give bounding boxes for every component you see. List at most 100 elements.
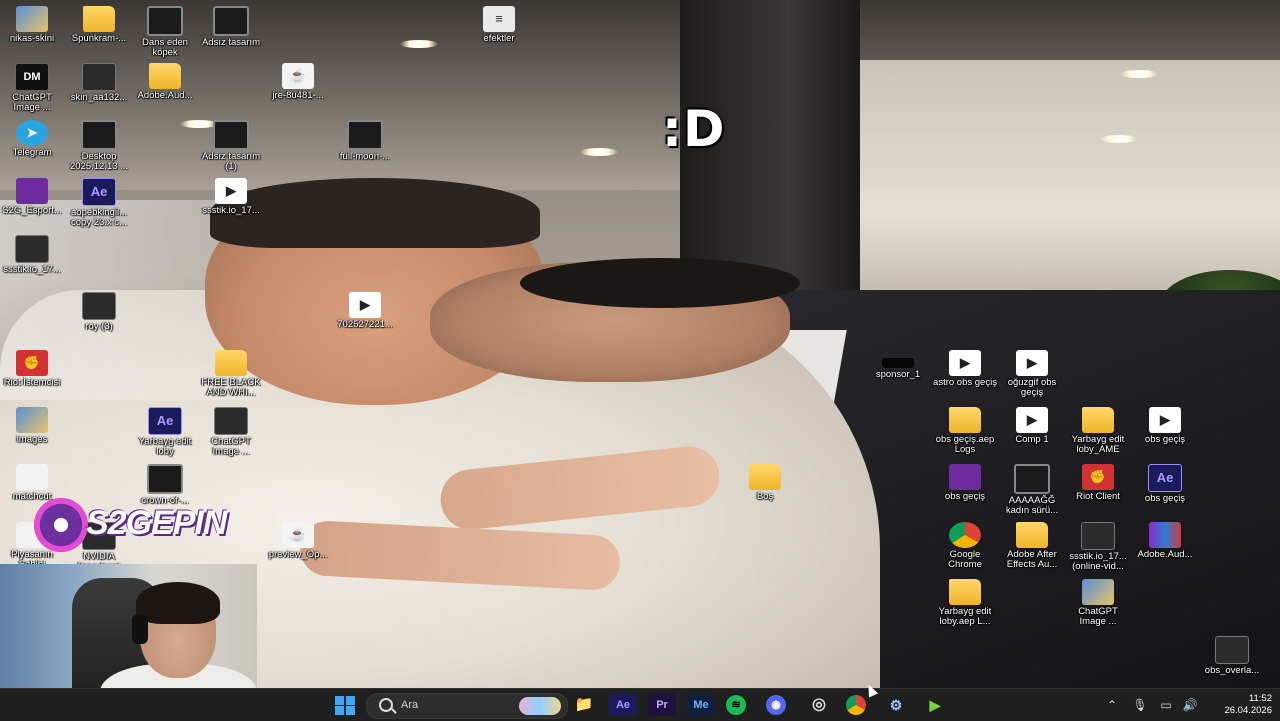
obs-icon[interactable]: ◎ [805, 694, 833, 716]
desktop-icon-label: Riot İstemcisi [3, 377, 61, 388]
desktop-icon[interactable]: ▶ obs geçiş [1133, 405, 1197, 445]
desktop-icon[interactable]: nikas-skini [0, 4, 64, 44]
desktop-icon-label: Comp 1 [1015, 434, 1049, 445]
desktop-icon[interactable]: ✊ Riot Client [1066, 462, 1130, 502]
premiere-pro-icon[interactable]: Pr [648, 694, 676, 716]
desktop-icon[interactable]: Yarbayg edit loby_AME [1066, 405, 1130, 455]
wallpaper-lamp [1100, 135, 1138, 143]
webcam-headphone [132, 614, 148, 644]
chrome-icon[interactable] [846, 695, 866, 715]
desktop-icon[interactable]: ChatGPT Image ... [199, 405, 263, 457]
image-icon [882, 358, 914, 368]
obs-icon: ▶ [215, 178, 247, 204]
taskbar-clock[interactable]: 11:52 26.04.2026 [1224, 693, 1272, 717]
windows-logo-icon [335, 696, 344, 705]
desktop-icon[interactable]: ssstik.io_17... [0, 233, 64, 275]
steam-icon[interactable]: ⚙ [882, 694, 910, 716]
desktop-icon[interactable]: DM ChatGPT Image ... [0, 61, 64, 113]
desktop-icon[interactable]: skin_aa132... [67, 61, 131, 103]
video-icon [347, 120, 383, 150]
desktop-icon-label: Spunkram-... [71, 33, 127, 44]
desktop-icon[interactable]: ☕ preview_Op... [266, 520, 330, 560]
search-icon [379, 698, 393, 712]
discord-icon[interactable]: ◉ [766, 695, 786, 715]
desktop-icon[interactable]: roy (3) [67, 290, 131, 332]
desktop-icon[interactable]: ssstik.io_17... (online-vid... [1066, 520, 1130, 572]
desktop-icon[interactable]: Dans eden köpek [133, 4, 197, 58]
desktop-icon[interactable]: S2G_Esport... [0, 176, 64, 216]
desktop-icon[interactable]: ☕ jre-8u481-... [266, 61, 330, 101]
clock-date: 26.04.2026 [1224, 705, 1272, 716]
desktop-icon[interactable]: ChatGPT Image ... [1066, 577, 1130, 627]
desktop-icon[interactable]: Adsız tasarım [199, 4, 263, 48]
video-icon [1081, 522, 1115, 550]
desktop-icon[interactable]: ▶ ssstik.io_17... [199, 176, 263, 216]
search-placeholder: Ara [401, 699, 419, 711]
video-icon [1014, 464, 1050, 494]
image-icon [1082, 579, 1114, 605]
desktop-icon[interactable]: obs geçiş.aep Logs [933, 405, 997, 455]
desktop-icon[interactable]: obs_overla... [1200, 634, 1264, 676]
desktop-icon[interactable]: Ae Yarbayg edit loby [133, 405, 197, 457]
after-effects-icon: Ae [148, 407, 182, 435]
riot-icon: ✊ [1082, 464, 1114, 490]
media-encoder-icon[interactable]: Me [687, 694, 715, 716]
desktop-icon-label: ssstik.io_17... (online-vid... [1069, 551, 1127, 572]
desktop-icon[interactable]: FREE BLACK AND WHI... [199, 348, 263, 398]
desktop-icon[interactable]: Boş [733, 462, 797, 502]
desktop-icon[interactable]: AAAAAĞĞ kadın sürü... [1000, 462, 1064, 516]
desktop-icon-label: obs geçiş [1144, 493, 1186, 504]
microphone-icon[interactable]: 🎙 [1132, 696, 1148, 714]
desktop-icon[interactable]: sponsor_1 [866, 348, 930, 380]
desktop-icon-label: FREE BLACK AND WHI... [201, 377, 261, 398]
after-effects-icon[interactable]: Ae [609, 694, 637, 716]
desktop-icon[interactable]: Google Chrome [933, 520, 997, 570]
desktop-icon[interactable]: Adobe.Aud... [133, 61, 197, 101]
taskbar-search-box[interactable]: Ara [366, 693, 568, 719]
network-icon[interactable]: ▭ [1158, 696, 1174, 714]
desktop-icon[interactable]: full-moon-... [333, 118, 397, 162]
image-icon [16, 407, 48, 433]
desktop-icon-label: obs geçiş [944, 491, 986, 502]
green-app-icon[interactable]: ▶ [921, 694, 949, 716]
desktop-icon[interactable]: ▶ astro obs geçiş [933, 348, 997, 388]
volume-icon[interactable]: 🔊 [1182, 696, 1198, 714]
wallpaper-lamp [1120, 70, 1158, 78]
desktop-icon-label: Yarbayg edit loby_AME [1071, 434, 1125, 455]
spotify-icon[interactable]: ≋ [726, 695, 746, 715]
desktop-icon[interactable]: ▶ oğuzgif obs geçiş [1000, 348, 1064, 398]
file-explorer-icon[interactable]: 📁 [570, 694, 598, 716]
chevron-up-icon[interactable]: ⌃ [1104, 696, 1120, 714]
desktop-icon[interactable]: Yarbayg edit loby.aep L... [933, 577, 997, 627]
desktop-icon[interactable]: obs geçiş [933, 462, 997, 502]
desktop-icon[interactable]: Adobe After Effects Au... [1000, 520, 1064, 570]
desktop-icon-label: ssstik.io_17... [3, 264, 61, 275]
desktop-icon[interactable]: ≡ efektler [467, 4, 531, 44]
video-icon [81, 120, 117, 150]
desktop-icon-label: Adsız tasarım [201, 37, 261, 48]
start-button[interactable] [332, 694, 360, 716]
obs-icon: ▶ [349, 292, 381, 318]
image-icon [16, 178, 48, 204]
desktop-icon-label: Riot Client [1076, 491, 1120, 502]
desktop-icon-label: jre-8u481-... [272, 90, 324, 101]
obs-icon: ▶ [1149, 407, 1181, 433]
desktop-icon[interactable]: Desktop 2025.12.13 ... [67, 118, 131, 172]
desktop-icon-label: obs geçiş [1144, 434, 1186, 445]
image-icon [214, 407, 248, 435]
desktop-icon[interactable]: Ae obs geçiş [1133, 462, 1197, 504]
desktop-icon[interactable]: ✊ Riot İstemcisi [0, 348, 64, 388]
desktop-icon[interactable]: ▶ Comp 1 [1000, 405, 1064, 445]
obs-icon: ▶ [1016, 350, 1048, 376]
desktop-icon[interactable]: images [0, 405, 64, 445]
desktop-icon[interactable]: Adobe.Aud... [1133, 520, 1197, 560]
desktop-icon-label: Desktop 2025.12.13 ... [69, 151, 129, 172]
folder-icon [1016, 522, 1048, 548]
desktop-icon[interactable]: ➤ Telegram [0, 118, 64, 158]
desktop-icon[interactable]: Adsız tasarım (1) [199, 118, 263, 172]
desktop-icon[interactable]: ▶ 702527221... [333, 290, 397, 330]
desktop-icon[interactable]: Ae aopebkingil... copy 23.x c... [67, 176, 131, 228]
stream-logo-eye-icon [34, 498, 88, 552]
desktop-icon[interactable]: Spunkram-... [67, 4, 131, 44]
webcam-streamer-hair [136, 582, 220, 624]
